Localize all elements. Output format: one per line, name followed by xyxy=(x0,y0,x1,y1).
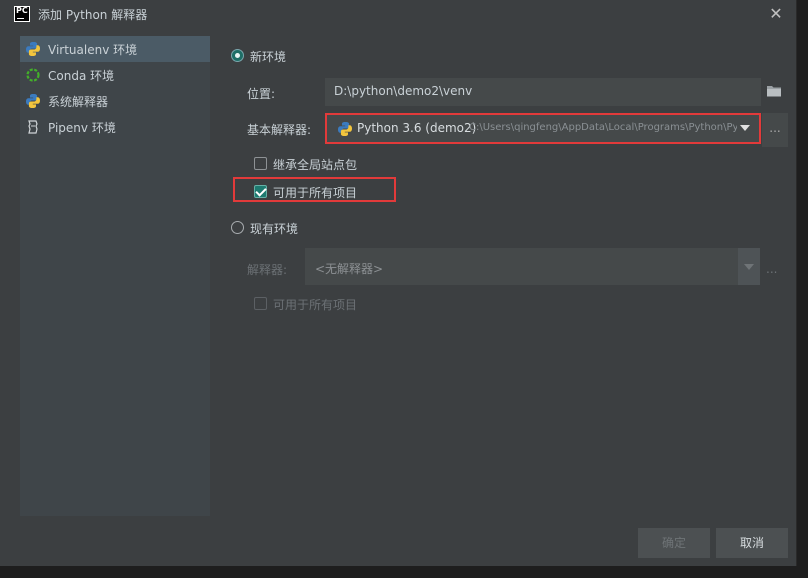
interpreter-type-list: Virtualenv 环境 Conda 环境 系统解释器 Pipenv 环境 xyxy=(20,36,210,516)
existing-env-label: 现有环境 xyxy=(250,222,299,236)
annotation-highlight xyxy=(233,177,396,202)
inherit-packages-checkbox[interactable] xyxy=(254,157,267,170)
pipenv-icon xyxy=(28,120,38,134)
conda-icon xyxy=(26,68,40,82)
location-input[interactable]: D:\python\demo2\venv xyxy=(325,78,761,106)
browse-existing-button[interactable]: ... xyxy=(766,262,777,276)
background-editor-bottom xyxy=(0,566,808,578)
interpreter-label: 解释器: xyxy=(247,263,288,277)
python-icon xyxy=(26,42,40,56)
ok-button[interactable]: 确定 xyxy=(638,528,710,558)
base-interpreter-combo[interactable]: Python 3.6 (demo2) C:\Users\qingfeng\App… xyxy=(325,113,761,144)
inherit-packages-label: 继承全局站点包 xyxy=(273,158,358,172)
sidebar-item-conda[interactable]: Conda 环境 xyxy=(20,62,210,88)
chevron-down-icon xyxy=(740,125,750,131)
browse-interpreter-button[interactable]: ... xyxy=(762,113,788,147)
base-interpreter-path: C:\Users\qingfeng\AppData\Local\Programs… xyxy=(469,122,737,133)
background-editor-right xyxy=(796,0,808,578)
existing-all-projects-label: 可用于所有项目 xyxy=(273,298,358,312)
existing-env-radio[interactable] xyxy=(231,221,244,234)
existing-interpreter-combo[interactable]: <无解释器> xyxy=(305,248,760,285)
dialog-title: 添加 Python 解释器 xyxy=(38,8,148,22)
existing-interpreter-value: <无解释器> xyxy=(315,262,384,276)
combo-arrow-box xyxy=(738,248,760,285)
sidebar-item-virtualenv[interactable]: Virtualenv 环境 xyxy=(20,36,210,62)
folder-icon[interactable] xyxy=(765,82,783,100)
title-bar: PC 添加 Python 解释器 ✕ xyxy=(0,0,796,28)
sidebar-item-label: Virtualenv 环境 xyxy=(48,43,138,57)
sidebar-item-label: 系统解释器 xyxy=(48,95,109,109)
new-env-label: 新环境 xyxy=(250,50,287,64)
base-interpreter-label: 基本解释器: xyxy=(247,123,312,137)
new-env-radio[interactable] xyxy=(231,49,244,62)
chevron-down-icon xyxy=(744,264,754,270)
cancel-button[interactable]: 取消 xyxy=(716,528,788,558)
python-icon xyxy=(338,122,352,136)
existing-all-projects-checkbox[interactable] xyxy=(254,297,267,310)
add-interpreter-dialog: PC 添加 Python 解释器 ✕ Virtualenv 环境 Conda 环… xyxy=(0,0,797,566)
sidebar-item-label: Pipenv 环境 xyxy=(48,121,116,135)
base-interpreter-name: Python 3.6 (demo2) xyxy=(357,121,477,135)
location-label: 位置: xyxy=(247,87,276,101)
sidebar-item-system[interactable]: 系统解释器 xyxy=(20,88,210,114)
close-button[interactable]: ✕ xyxy=(766,4,786,24)
location-value: D:\python\demo2\venv xyxy=(334,84,473,98)
sidebar-item-label: Conda 环境 xyxy=(48,69,115,83)
pycharm-logo-icon: PC xyxy=(14,6,30,22)
python-icon xyxy=(26,94,40,108)
sidebar-item-pipenv[interactable]: Pipenv 环境 xyxy=(20,114,210,140)
